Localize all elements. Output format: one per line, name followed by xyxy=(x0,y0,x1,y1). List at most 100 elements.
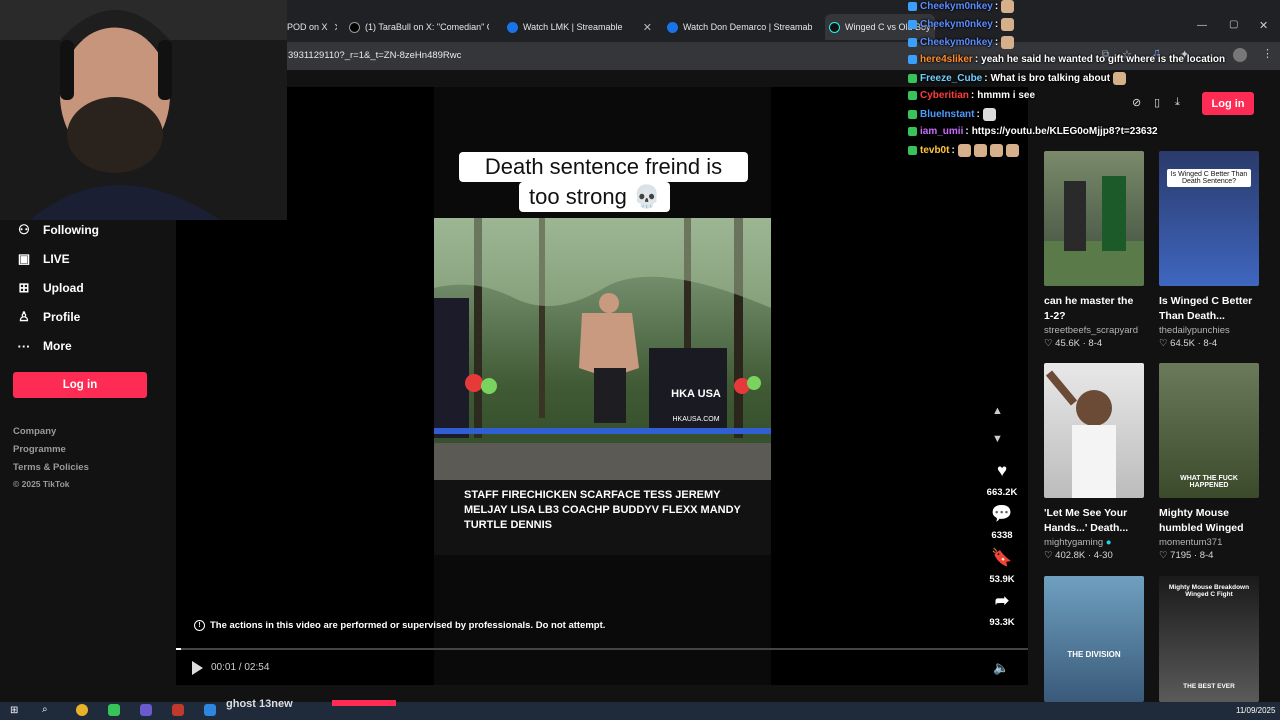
thumbnail-text: THE BEST EVER xyxy=(1183,683,1235,690)
tab-close-icon[interactable]: ✕ xyxy=(637,21,652,34)
browser-tab[interactable]: Watch LMK | Streamable ✕ xyxy=(507,14,652,40)
browser-tab[interactable]: POD on X✕ xyxy=(287,14,337,40)
video-author[interactable]: momentum371 xyxy=(1159,537,1259,548)
comment-icon: 💬 xyxy=(991,504,1013,523)
video-caption: Death sentence freind is too strong 💀 xyxy=(459,152,748,216)
caption-line: Death sentence freind is xyxy=(459,152,748,182)
related-video-card[interactable]: Mighty Mouse Breakdown Winged C Fight TH… xyxy=(1159,576,1259,702)
maximize-icon[interactable]: ▢ xyxy=(1229,19,1238,30)
app-icon[interactable] xyxy=(140,704,152,716)
sign-names: STAFF FIRECHICKEN SCARFACE TESS JEREMY M… xyxy=(464,489,741,531)
chat-username[interactable]: Cheekym0nkey xyxy=(920,19,993,30)
chat-emote-icon xyxy=(1001,0,1015,13)
sidebar-item-more[interactable]: ··· More xyxy=(16,338,72,354)
chat-message: iam_umii: https://youtu.be/KLEG0oMjjp8?t=… xyxy=(908,126,1158,137)
video-author[interactable]: streetbeefs_scrapyard xyxy=(1044,325,1144,336)
thumbnail-text: Is Winged C Better Than Death Sentence? xyxy=(1167,169,1251,187)
related-video-card[interactable]: Is Winged C Better Than Death Sentence? … xyxy=(1159,151,1259,349)
related-video-card[interactable]: THE DIVISION xyxy=(1044,576,1144,702)
header-login-button[interactable]: Log in xyxy=(1202,92,1254,115)
tiktok-icon xyxy=(829,21,840,33)
video-thumbnail xyxy=(1044,151,1144,286)
sidebar-item-following[interactable]: ⚇ Following xyxy=(16,222,99,238)
chat-username[interactable]: Cheekym0nkey xyxy=(920,1,993,12)
chat-username[interactable]: Freeze_Cube xyxy=(920,73,982,84)
chat-emote-icon xyxy=(989,144,1003,157)
footer-link-company[interactable]: Company xyxy=(13,426,56,437)
follow-button-partial[interactable] xyxy=(332,700,396,706)
live-icon: ▣ xyxy=(17,251,31,266)
share-button[interactable]: ➦ 93.3K xyxy=(982,591,1022,628)
footer-copyright: © 2025 TikTok xyxy=(13,479,70,489)
video-author[interactable]: mightygaming ● xyxy=(1044,537,1144,548)
sidebar-item-label: Profile xyxy=(43,310,81,324)
video-author[interactable]: thedailypunchies xyxy=(1159,325,1259,336)
url-text: 3931129110?_r=1&_t=ZN-8zeHn489Rwc xyxy=(288,50,462,61)
sidebar-item-label: Upload xyxy=(43,281,84,295)
tab-title: (1) TaraBull on X: "Comedian" C xyxy=(365,22,489,32)
chat-username[interactable]: iam_umii xyxy=(920,126,963,137)
explore-icon[interactable]: ⊘ xyxy=(1132,96,1141,109)
chat-username[interactable]: tevb0t xyxy=(920,145,949,156)
phone-icon[interactable]: ▯ xyxy=(1154,96,1160,109)
app-icon[interactable] xyxy=(108,704,120,716)
browser-menu-icon[interactable]: ⋮ xyxy=(1262,47,1273,60)
video-progress-bar[interactable] xyxy=(176,648,1028,650)
download-icon[interactable]: ⤓ xyxy=(1175,96,1180,109)
sidebar-item-label: More xyxy=(43,339,72,353)
chat-badge-icon xyxy=(908,110,917,119)
previous-video-icon[interactable]: ▲ xyxy=(992,405,1003,417)
chrome-icon[interactable] xyxy=(76,704,88,716)
chat-link[interactable]: https://youtu.be/KLEG0oMjjp8?t=23632 xyxy=(972,126,1158,137)
related-video-card[interactable]: WHAT THE FUCK HAPPENED Mighty Mouse humb… xyxy=(1159,363,1259,561)
video-thumbnail xyxy=(1044,363,1144,498)
chat-username[interactable]: Cyberitian xyxy=(920,90,969,101)
app-icon[interactable] xyxy=(204,704,216,716)
search-icon[interactable]: ⌕ xyxy=(42,704,48,715)
chat-emote-icon xyxy=(982,108,996,121)
app-icon[interactable] xyxy=(172,704,184,716)
window-close-icon[interactable]: ✕ xyxy=(1259,19,1268,32)
next-video-icon[interactable]: ▼ xyxy=(992,433,1003,445)
related-video-card[interactable]: can he master the 1-2? streetbeefs_scrap… xyxy=(1044,151,1144,349)
footer-link-terms[interactable]: Terms & Policies xyxy=(13,462,89,473)
share-icon: ➦ xyxy=(994,591,1010,610)
browser-tab[interactable]: (1) TaraBull on X: "Comedian" C✕ xyxy=(349,14,489,40)
chat-badge-icon xyxy=(908,55,917,64)
login-button[interactable]: Log in xyxy=(13,372,147,398)
sidebar-item-upload[interactable]: ⊞ Upload xyxy=(16,280,84,296)
chat-username[interactable]: here4sliker xyxy=(920,54,973,65)
profile-avatar[interactable] xyxy=(1233,48,1247,62)
video-stats: ♡ 45.6K · 8-4 xyxy=(1044,338,1103,349)
minimize-icon[interactable]: — xyxy=(1197,20,1207,31)
chat-badge-icon xyxy=(908,2,917,11)
sidebar-item-live[interactable]: ▣ LIVE xyxy=(16,251,70,267)
heart-icon: ♥ xyxy=(996,461,1008,480)
browser-tab[interactable]: Watch Don Demarco | Streamab✕ xyxy=(667,14,812,40)
sidebar-item-profile[interactable]: ♙ Profile xyxy=(16,309,80,325)
play-icon[interactable] xyxy=(192,661,203,675)
volume-icon[interactable]: 🔈 xyxy=(993,660,1009,676)
sidebar-item-label: LIVE xyxy=(43,252,70,266)
streamable-icon xyxy=(507,21,518,33)
video-stats: ♡ 64.5K · 8-4 xyxy=(1159,338,1218,349)
like-button[interactable]: ♥ 663.2K xyxy=(982,461,1022,498)
streamer-webcam xyxy=(0,0,287,220)
banner-url: HKAUSA.COM xyxy=(672,416,720,423)
windows-start-icon[interactable]: ⊞ xyxy=(10,705,18,716)
thumbnail-text: WHAT THE FUCK HAPPENED xyxy=(1180,475,1238,489)
chat-message: here4sliker: yeah he said he wanted to gi… xyxy=(908,54,1225,65)
comment-button[interactable]: 💬 6338 xyxy=(982,504,1022,541)
chat-username[interactable]: Cheekym0nkey xyxy=(920,37,993,48)
chat-message: Cheekym0nkey: xyxy=(908,0,1015,13)
safety-disclaimer: ! The actions in this video are performed… xyxy=(194,620,605,631)
footer-link-programme[interactable]: Programme xyxy=(13,444,66,455)
chat-emote-icon xyxy=(973,144,987,157)
related-video-card[interactable]: 'Let Me See Your Hands...' Death... migh… xyxy=(1044,363,1144,561)
save-button[interactable]: 🔖 53.9K xyxy=(982,548,1022,585)
chat-badge-icon xyxy=(908,74,917,83)
browser-tab-bar: POD on X✕ (1) TaraBull on X: "Comedian" … xyxy=(287,0,1280,42)
tab-close-icon[interactable]: ✕ xyxy=(328,21,337,34)
chat-username[interactable]: BlueInstant xyxy=(920,109,974,120)
webcam-image xyxy=(0,0,287,220)
